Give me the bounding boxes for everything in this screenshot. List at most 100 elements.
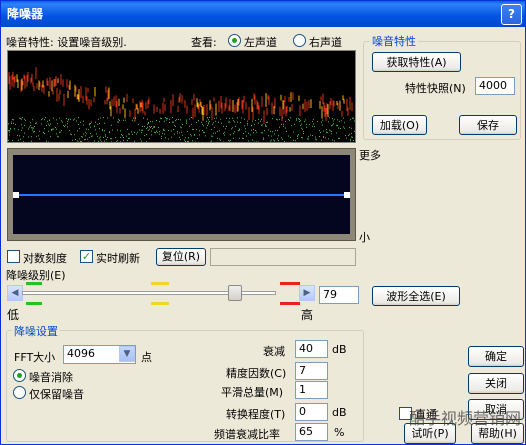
- spectrum-speckle: [328, 121, 329, 123]
- spectrum-speckle: [166, 119, 167, 121]
- curve-handle-right[interactable]: [344, 192, 350, 198]
- spectrum-speckle: [11, 123, 12, 125]
- smoothing-input[interactable]: 1: [295, 381, 328, 399]
- spectrum-speckle: [338, 137, 339, 139]
- spectrum-speckle: [331, 130, 332, 132]
- spectrum-speckle: [17, 134, 18, 136]
- spectrum-speckle: [173, 129, 174, 131]
- spectrum-speckle: [220, 118, 221, 120]
- spectrum-speckle: [174, 124, 175, 126]
- high-label: 高: [301, 308, 314, 322]
- left-channel-label[interactable]: 左声道: [244, 34, 277, 50]
- right-channel-radio[interactable]: [293, 34, 306, 47]
- chevron-down-icon[interactable]: ▼: [119, 346, 135, 362]
- spectrum-speckle: [126, 135, 127, 137]
- spectrum-speckle: [337, 119, 338, 121]
- spectrum-speckle: [26, 142, 27, 143]
- spectrum-speckle: [8, 130, 9, 132]
- spectrum-speckle: [177, 132, 178, 134]
- spectrum-speckle: [209, 120, 210, 122]
- noise-remove-label[interactable]: 噪音消除: [29, 369, 73, 385]
- spectrum-speckle: [136, 133, 137, 135]
- spectrum-speckle: [129, 133, 130, 135]
- spectrum-speckle: [233, 137, 234, 139]
- keep-noise-label[interactable]: 仅保留噪音: [29, 386, 84, 402]
- get-profile-button[interactable]: 获取特性(A): [372, 52, 461, 72]
- right-channel-label[interactable]: 右声道: [309, 34, 342, 50]
- spectrum-speckle: [186, 121, 187, 123]
- spectrum-speckle: [258, 118, 259, 120]
- ok-button[interactable]: 确定: [468, 346, 524, 367]
- slider-left-arrow[interactable]: ◀: [7, 285, 23, 301]
- spectrum-speckle: [60, 131, 61, 133]
- spectrum-speckle: [244, 118, 245, 120]
- precision-input[interactable]: 7: [295, 362, 328, 380]
- spectrum-speckle: [330, 130, 331, 132]
- keep-noise-radio[interactable]: [13, 386, 26, 399]
- spectrum-speckle: [164, 133, 165, 135]
- reduction-slider-thumb[interactable]: [228, 285, 242, 301]
- spectrum-speckle: [138, 124, 139, 126]
- slider-right-arrow[interactable]: ▶: [299, 285, 315, 301]
- spectrum-speckle: [149, 128, 150, 130]
- spectrum-speckle: [308, 136, 309, 138]
- spectrum-speckle: [172, 121, 173, 123]
- spectrum-speckle: [191, 117, 192, 119]
- reduction-level-input[interactable]: 79: [319, 286, 359, 304]
- spectral-decay-input[interactable]: 65: [295, 423, 328, 441]
- spectrum-speckle: [265, 125, 266, 127]
- curve-handle-left[interactable]: [13, 192, 19, 198]
- spectrum-speckle: [233, 120, 234, 122]
- transition-input[interactable]: 0: [295, 403, 328, 421]
- spectrum-speckle: [78, 124, 79, 126]
- noise-remove-radio[interactable]: [13, 369, 26, 382]
- spectrum-speckle: [301, 137, 302, 139]
- spectrum-speckle: [19, 135, 20, 137]
- spectrum-speckle: [323, 136, 324, 138]
- log-scale-label[interactable]: 对数刻度: [23, 250, 67, 266]
- spectrum-speckle: [350, 138, 351, 140]
- spectrum-speckle: [355, 137, 356, 138]
- spectrum-speckle: [299, 121, 300, 123]
- spectrum-speckle: [155, 132, 156, 134]
- spectrum-speckle: [312, 135, 313, 137]
- live-update-checkbox[interactable]: ✓: [80, 250, 93, 263]
- spectrum-speckle: [81, 136, 82, 138]
- spectrum-speckle: [211, 140, 212, 142]
- spectrum-speckle: [117, 140, 118, 142]
- spectrum-speckle: [293, 139, 294, 141]
- curve-more-label: 更多: [359, 149, 381, 162]
- snapshots-input[interactable]: 4000: [475, 77, 515, 95]
- log-scale-checkbox[interactable]: [7, 250, 20, 263]
- spectrum-speckle: [135, 142, 136, 143]
- curve-less-label: 小: [359, 231, 370, 244]
- reduction-curve-editor[interactable]: [13, 155, 350, 234]
- select-all-waveform-button[interactable]: 波形全选(E): [372, 286, 460, 306]
- spectrum-speckle: [214, 117, 215, 119]
- spectrum-speckle: [331, 125, 332, 127]
- spectrum-speckle: [297, 135, 298, 137]
- reset-button[interactable]: 复位(R): [156, 248, 206, 266]
- close-button[interactable]: 关闭: [468, 373, 524, 394]
- spectrum-speckle: [103, 137, 104, 139]
- spectrum-speckle: [229, 121, 230, 123]
- attenuation-input[interactable]: 40: [295, 340, 328, 358]
- spectrum-speckle: [223, 133, 224, 135]
- spectrum-speckle: [25, 120, 26, 122]
- load-button[interactable]: 加载(O): [372, 115, 427, 135]
- spectrum-speckle: [341, 142, 342, 143]
- title-help-button[interactable]: ?: [501, 4, 522, 25]
- spectrum-speckle: [324, 142, 325, 143]
- spectrum-speckle: [100, 136, 101, 138]
- save-button[interactable]: 保存: [459, 115, 517, 135]
- spectrum-speckle: [117, 129, 118, 131]
- spectrum-speckle: [189, 125, 190, 127]
- spectrum-speckle: [313, 119, 314, 121]
- spectrum-speckle: [226, 117, 227, 119]
- spectrum-speckle: [78, 117, 79, 119]
- spectrum-speckle: [186, 122, 187, 124]
- left-channel-radio[interactable]: [228, 34, 241, 47]
- mid-marker-bottom: [151, 302, 169, 305]
- spectrum-speckle: [12, 139, 13, 141]
- live-update-label[interactable]: 实时刷新: [96, 250, 140, 266]
